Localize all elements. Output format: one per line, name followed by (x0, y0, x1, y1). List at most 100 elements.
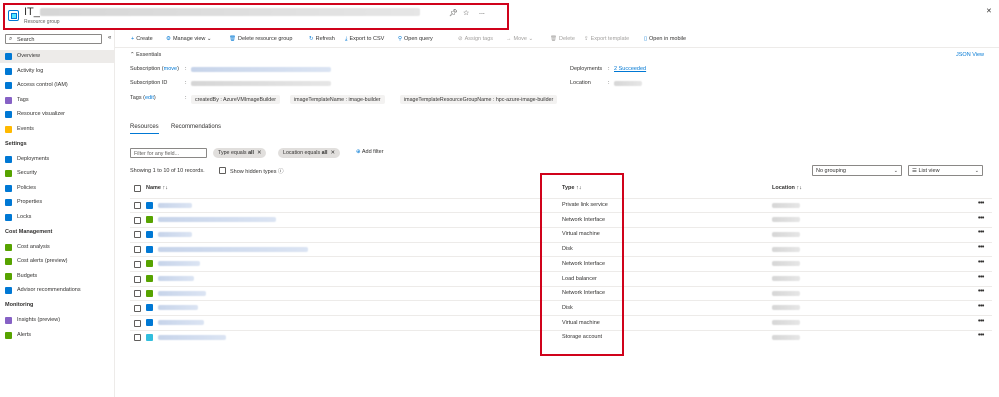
json-view-link[interactable]: JSON View (956, 52, 984, 58)
collapse-sidebar-icon[interactable]: « (108, 35, 111, 41)
row-more-actions-icon[interactable]: ••• (978, 200, 984, 207)
export-template-button[interactable]: ⇪ Export template (584, 36, 629, 42)
open-query-button[interactable]: ⚲ Open query (398, 36, 433, 42)
sidebar-item-access-control-iam[interactable]: Access control (IAM) (0, 79, 114, 92)
sidebar-item-deployments[interactable]: Deployments (0, 153, 114, 166)
manage-view-button[interactable]: ⚙ Manage view ⌄ (166, 36, 212, 42)
sidebar-item-alerts[interactable]: Alerts (0, 329, 114, 342)
row-checkbox[interactable] (134, 334, 141, 342)
star-icon[interactable]: ☆ (463, 9, 469, 17)
sidebar-item-label: Insights (preview) (17, 317, 61, 323)
sidebar-item-policies[interactable]: Policies (0, 182, 114, 195)
gear-icon: ⚙ (166, 36, 171, 42)
row-checkbox[interactable] (134, 275, 141, 283)
resource-name-link[interactable] (158, 276, 194, 281)
select-all-checkbox[interactable] (134, 185, 141, 192)
deployments-link[interactable]: 2 Succeeded (614, 66, 646, 72)
resource-name-link[interactable] (158, 305, 198, 311)
assign-tags-button[interactable]: ⊘ Assign tags (458, 36, 493, 42)
resource-name-link[interactable] (158, 246, 308, 252)
pin-icon[interactable]: 📌︎ (449, 9, 458, 17)
filter-input[interactable]: Filter for any field... (130, 148, 207, 158)
tag-chip-created-by[interactable]: createdBy : AzureVMImageBuilder (191, 95, 280, 104)
sidebar-item-insights-preview[interactable]: Insights (preview) (0, 314, 114, 327)
delete-button[interactable]: 🗑︎ Delete (550, 36, 575, 42)
create-button[interactable]: + Create (131, 36, 153, 42)
sidebar-item-label: Overview (17, 53, 40, 59)
close-icon[interactable]: ✕ (330, 150, 334, 156)
location-header-label: Location (772, 185, 795, 191)
row-more-actions-icon[interactable]: ••• (978, 259, 984, 266)
show-hidden-checkbox[interactable] (219, 167, 226, 174)
export-csv-button[interactable]: ⤓ Export to CSV (345, 36, 384, 43)
sidebar-search-input[interactable]: ⌕ Search (5, 34, 102, 44)
tab-recommendations[interactable]: Recommendations (171, 124, 221, 130)
row-more-actions-icon[interactable]: ••• (978, 215, 984, 222)
sidebar-item-locks[interactable]: Locks (0, 211, 114, 224)
sidebar-item-cost-alerts-preview[interactable]: Cost alerts (preview) (0, 255, 114, 268)
row-more-actions-icon[interactable]: ••• (978, 318, 984, 325)
row-checkbox[interactable] (134, 202, 141, 209)
lock-icon (5, 214, 12, 221)
resource-name-link[interactable] (158, 217, 276, 223)
sidebar-item-label: Deployments (17, 155, 50, 162)
sidebar-item-tags[interactable]: Tags (0, 94, 114, 107)
delete-resource-group-button[interactable]: 🗑︎ Delete resource group (229, 36, 292, 42)
refresh-button[interactable]: ↻ Refresh (309, 36, 335, 42)
resource-name-link[interactable] (158, 290, 206, 296)
resource-name-link[interactable] (158, 231, 192, 237)
grouping-select[interactable]: No grouping ⌄ (812, 165, 902, 176)
row-more-actions-icon[interactable]: ••• (978, 288, 984, 295)
tab-resources[interactable]: Resources (130, 124, 159, 134)
row-checkbox[interactable] (134, 304, 141, 312)
tag-chip-template-name[interactable]: imageTemplateName : image-builder (290, 95, 385, 104)
open-in-mobile-button[interactable]: ▯ Open in mobile (644, 36, 686, 42)
resource-name-link[interactable] (158, 334, 226, 340)
location-filter-pill[interactable]: Location equals all ✕ (278, 148, 340, 158)
sidebar-item-budgets[interactable]: Budgets (0, 270, 114, 283)
sidebar-item-cost-analysis[interactable]: Cost analysis (0, 241, 114, 254)
sidebar-item-security[interactable]: Security (0, 167, 114, 180)
type-filter-pill[interactable]: Type equals all ✕ (213, 148, 267, 158)
tag-chip-template-rg[interactable]: imageTemplateResourceGroupName : hpc-azu… (400, 95, 558, 104)
delete-label: Delete (558, 36, 575, 42)
row-checkbox[interactable] (134, 246, 141, 254)
sidebar-item-label: Policies (17, 184, 36, 191)
info-icon[interactable]: ⓘ (278, 169, 284, 175)
sidebar-item-properties[interactable]: Properties (0, 196, 114, 209)
row-more-actions-icon[interactable]: ••• (978, 303, 984, 310)
row-checkbox[interactable] (134, 260, 141, 268)
resource-type-icon (146, 275, 153, 282)
row-more-actions-icon[interactable]: ••• (978, 244, 984, 251)
row-checkbox[interactable] (134, 216, 141, 224)
sidebar-item-overview[interactable]: Overview (0, 50, 114, 63)
resource-name-link[interactable] (158, 202, 192, 208)
sidebar-item-activity-log[interactable]: Activity log (0, 65, 114, 78)
subscription-move-link[interactable]: move (164, 66, 177, 72)
column-header-location[interactable]: Location ↑↓ (772, 185, 802, 191)
column-header-name[interactable]: Name ↑↓ (146, 185, 168, 191)
move-button[interactable]: → Move ⌄ (506, 36, 533, 42)
more-options-icon[interactable]: ... (479, 9, 485, 16)
tags-label-text: Tags (130, 95, 142, 101)
row-more-actions-icon[interactable]: ••• (978, 274, 984, 281)
row-checkbox[interactable] (134, 231, 141, 239)
view-select[interactable]: ☰ List view ⌄ (908, 165, 983, 176)
resource-name-link[interactable] (158, 261, 200, 267)
sidebar-item-advisor-recommendations[interactable]: Advisor recommendations (0, 284, 114, 297)
sidebar-item-resource-visualizer[interactable]: Resource visualizer (0, 108, 114, 121)
subscription-value[interactable] (191, 67, 331, 72)
add-filter-button[interactable]: ⊕ Add filter (356, 149, 384, 155)
row-more-actions-icon[interactable]: ••• (978, 229, 984, 236)
close-icon[interactable]: ✕ (257, 150, 261, 156)
sidebar-item-events[interactable]: Events (0, 123, 114, 136)
row-more-actions-icon[interactable]: ••• (978, 332, 984, 339)
row-checkbox[interactable] (134, 290, 141, 298)
mobile-icon: ▯ (644, 36, 648, 42)
close-icon[interactable]: ✕ (986, 7, 992, 15)
budgets-icon (5, 272, 12, 280)
tags-edit-link[interactable]: edit (145, 95, 154, 101)
essentials-toggle[interactable]: ⌃ Essentials (130, 52, 161, 58)
resource-name-link[interactable] (158, 320, 204, 326)
row-checkbox[interactable] (134, 319, 141, 327)
